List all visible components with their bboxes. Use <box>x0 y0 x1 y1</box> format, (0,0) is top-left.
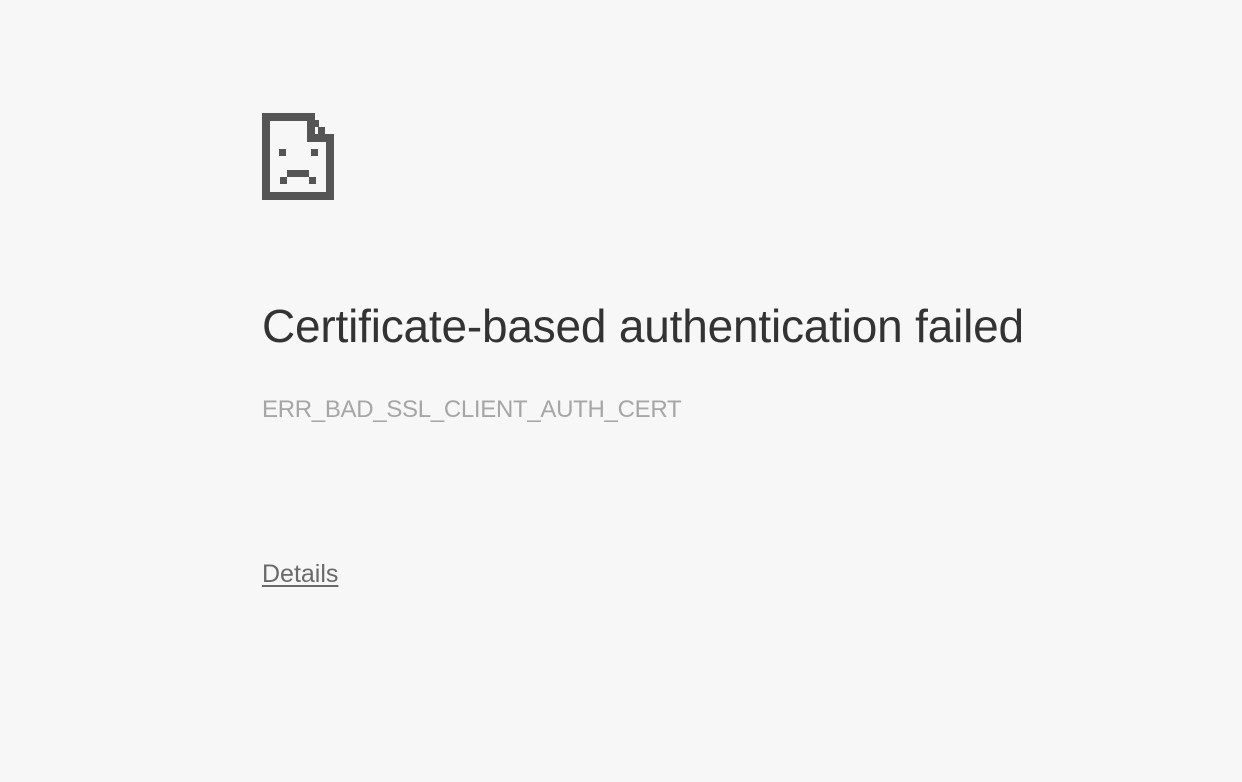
sad-page-icon <box>262 113 334 200</box>
error-page: Certificate-based authentication failed … <box>0 0 1242 782</box>
error-code: ERR_BAD_SSL_CLIENT_AUTH_CERT <box>262 396 682 423</box>
details-link[interactable]: Details <box>262 559 338 589</box>
page-title: Certificate-based authentication failed <box>262 300 1024 352</box>
